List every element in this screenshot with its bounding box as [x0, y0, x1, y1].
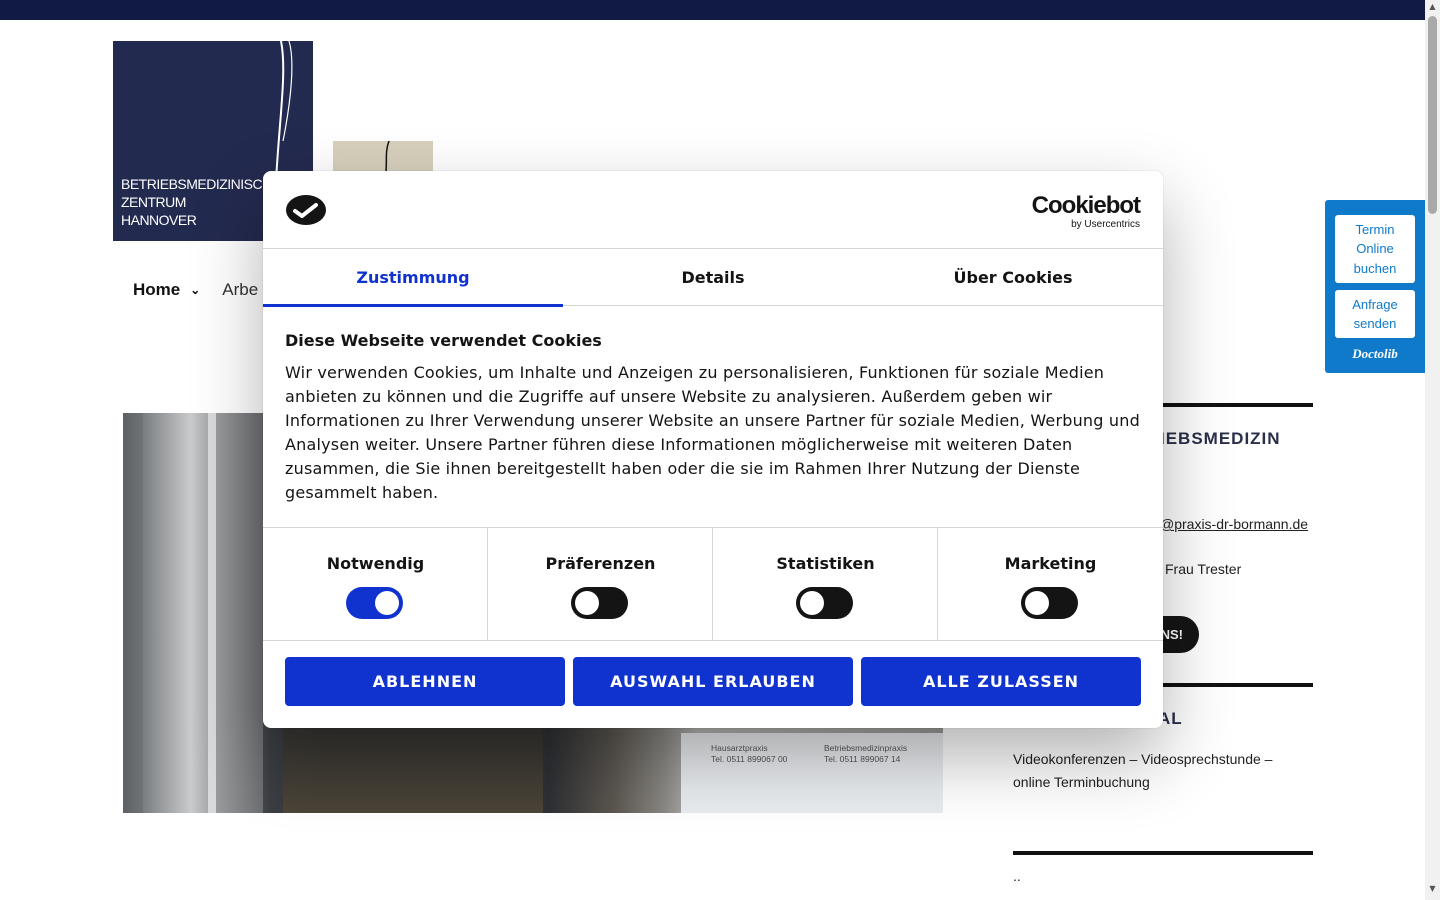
toggle-statistiken[interactable]	[796, 587, 853, 619]
scroll-down-arrow-icon[interactable]: ▼	[1425, 884, 1440, 896]
dialog-title: Diese Webseite verwendet Cookies	[285, 331, 602, 350]
contact-person: Frau Trester	[1165, 561, 1242, 577]
cookie-consent-dialog: Cookiebot by Usercentrics Zustimmung Det…	[263, 171, 1163, 728]
practice-sign: Hausarztpraxis Tel. 0511 899067 00 Betri…	[681, 733, 943, 813]
sidebar-section3-text: ..	[1013, 868, 1021, 884]
toggle-knob	[1025, 591, 1049, 615]
cookiebot-mark-icon	[286, 195, 326, 225]
scroll-up-arrow-icon[interactable]: ▲	[1425, 2, 1440, 14]
dialog-description: Wir verwenden Cookies, um Inhalte und An…	[285, 363, 1140, 502]
sign-right: Betriebsmedizinpraxis Tel. 0511 899067 1…	[824, 743, 907, 765]
sign-text: Betriebsmedizinpraxis	[824, 743, 908, 753]
sidebar-digital-text: Videokonferenzen – Videosprechstunde – o…	[1013, 751, 1273, 790]
cookiebot-logo[interactable]: Cookiebot by Usercentrics	[1031, 192, 1141, 231]
category-label: Marketing	[1004, 554, 1097, 573]
category-label: Statistiken	[776, 554, 875, 573]
category-statistiken: Statistiken	[713, 528, 938, 641]
sidebar-heading-betriebsmedizin: IEBSMEDIZIN	[1160, 429, 1281, 448]
toggle-knob	[800, 591, 824, 615]
decline-button[interactable]: ABLEHNEN	[285, 657, 565, 706]
dialog-tabs: Zustimmung Details Über Cookies	[263, 249, 1163, 307]
doctolib-book-button[interactable]: Termin Online buchen	[1335, 215, 1415, 283]
email-link[interactable]: @praxis-dr-bormann.de	[1160, 516, 1308, 532]
nav-item-arbeitsmedizin[interactable]: Arbe	[222, 280, 258, 300]
dialog-body: Diese Webseite verwendet Cookies Wir ver…	[285, 331, 1141, 505]
cookiebot-by: by Usercentrics	[1071, 219, 1140, 230]
doctolib-logo[interactable]: Doctolib	[1325, 346, 1425, 362]
tab-ueber-cookies[interactable]: Über Cookies	[863, 249, 1163, 306]
sign-left: Hausarztpraxis Tel. 0511 899067 00	[711, 743, 787, 765]
dialog-actions: ABLEHNEN AUSWAHL ERLAUBEN ALLE ZULASSEN	[285, 657, 1141, 706]
page-scrollbar[interactable]: ▲ ▼	[1425, 0, 1440, 900]
toggle-knob	[375, 591, 399, 615]
tab-details[interactable]: Details	[563, 249, 863, 306]
chevron-down-icon: ⌄	[190, 283, 201, 297]
doctolib-widget: Termin Online buchen Anfrage senden Doct…	[1325, 200, 1425, 373]
doctolib-request-button[interactable]: Anfrage senden	[1335, 290, 1415, 338]
toggle-praeferenzen[interactable]	[571, 587, 628, 619]
nav-home-label: Home	[133, 280, 181, 299]
main-nav: Home ⌄ Arbe	[133, 280, 258, 300]
allow-all-button[interactable]: ALLE ZULASSEN	[861, 657, 1141, 706]
cookiebot-name: Cookiebot	[1031, 192, 1141, 219]
sign-text: Hausarztpraxis	[711, 743, 768, 753]
allow-selection-button[interactable]: AUSWAHL ERLAUBEN	[573, 657, 853, 706]
toggle-knob	[575, 591, 599, 615]
sidebar-divider	[1013, 851, 1313, 855]
tab-zustimmung[interactable]: Zustimmung	[263, 249, 563, 307]
category-praeferenzen: Präferenzen	[488, 528, 713, 641]
consent-categories: Notwendig Präferenzen Statistiken Market…	[263, 527, 1163, 641]
sign-text: Tel. 0511 899067 00	[711, 754, 788, 764]
category-label: Präferenzen	[545, 554, 656, 573]
nav-item-home[interactable]: Home ⌄	[133, 280, 200, 300]
sign-text: Tel. 0511 899067 14	[824, 754, 901, 764]
door-handle	[208, 413, 216, 813]
category-notwendig: Notwendig	[263, 528, 488, 641]
category-marketing: Marketing	[938, 528, 1163, 641]
door-frame	[143, 413, 263, 813]
toggle-notwendig[interactable]	[346, 587, 403, 619]
toggle-marketing[interactable]	[1021, 587, 1078, 619]
top-bar	[0, 0, 1425, 20]
category-label: Notwendig	[326, 554, 425, 573]
dialog-header: Cookiebot by Usercentrics	[263, 171, 1163, 249]
scrollbar-thumb[interactable]	[1428, 16, 1437, 214]
